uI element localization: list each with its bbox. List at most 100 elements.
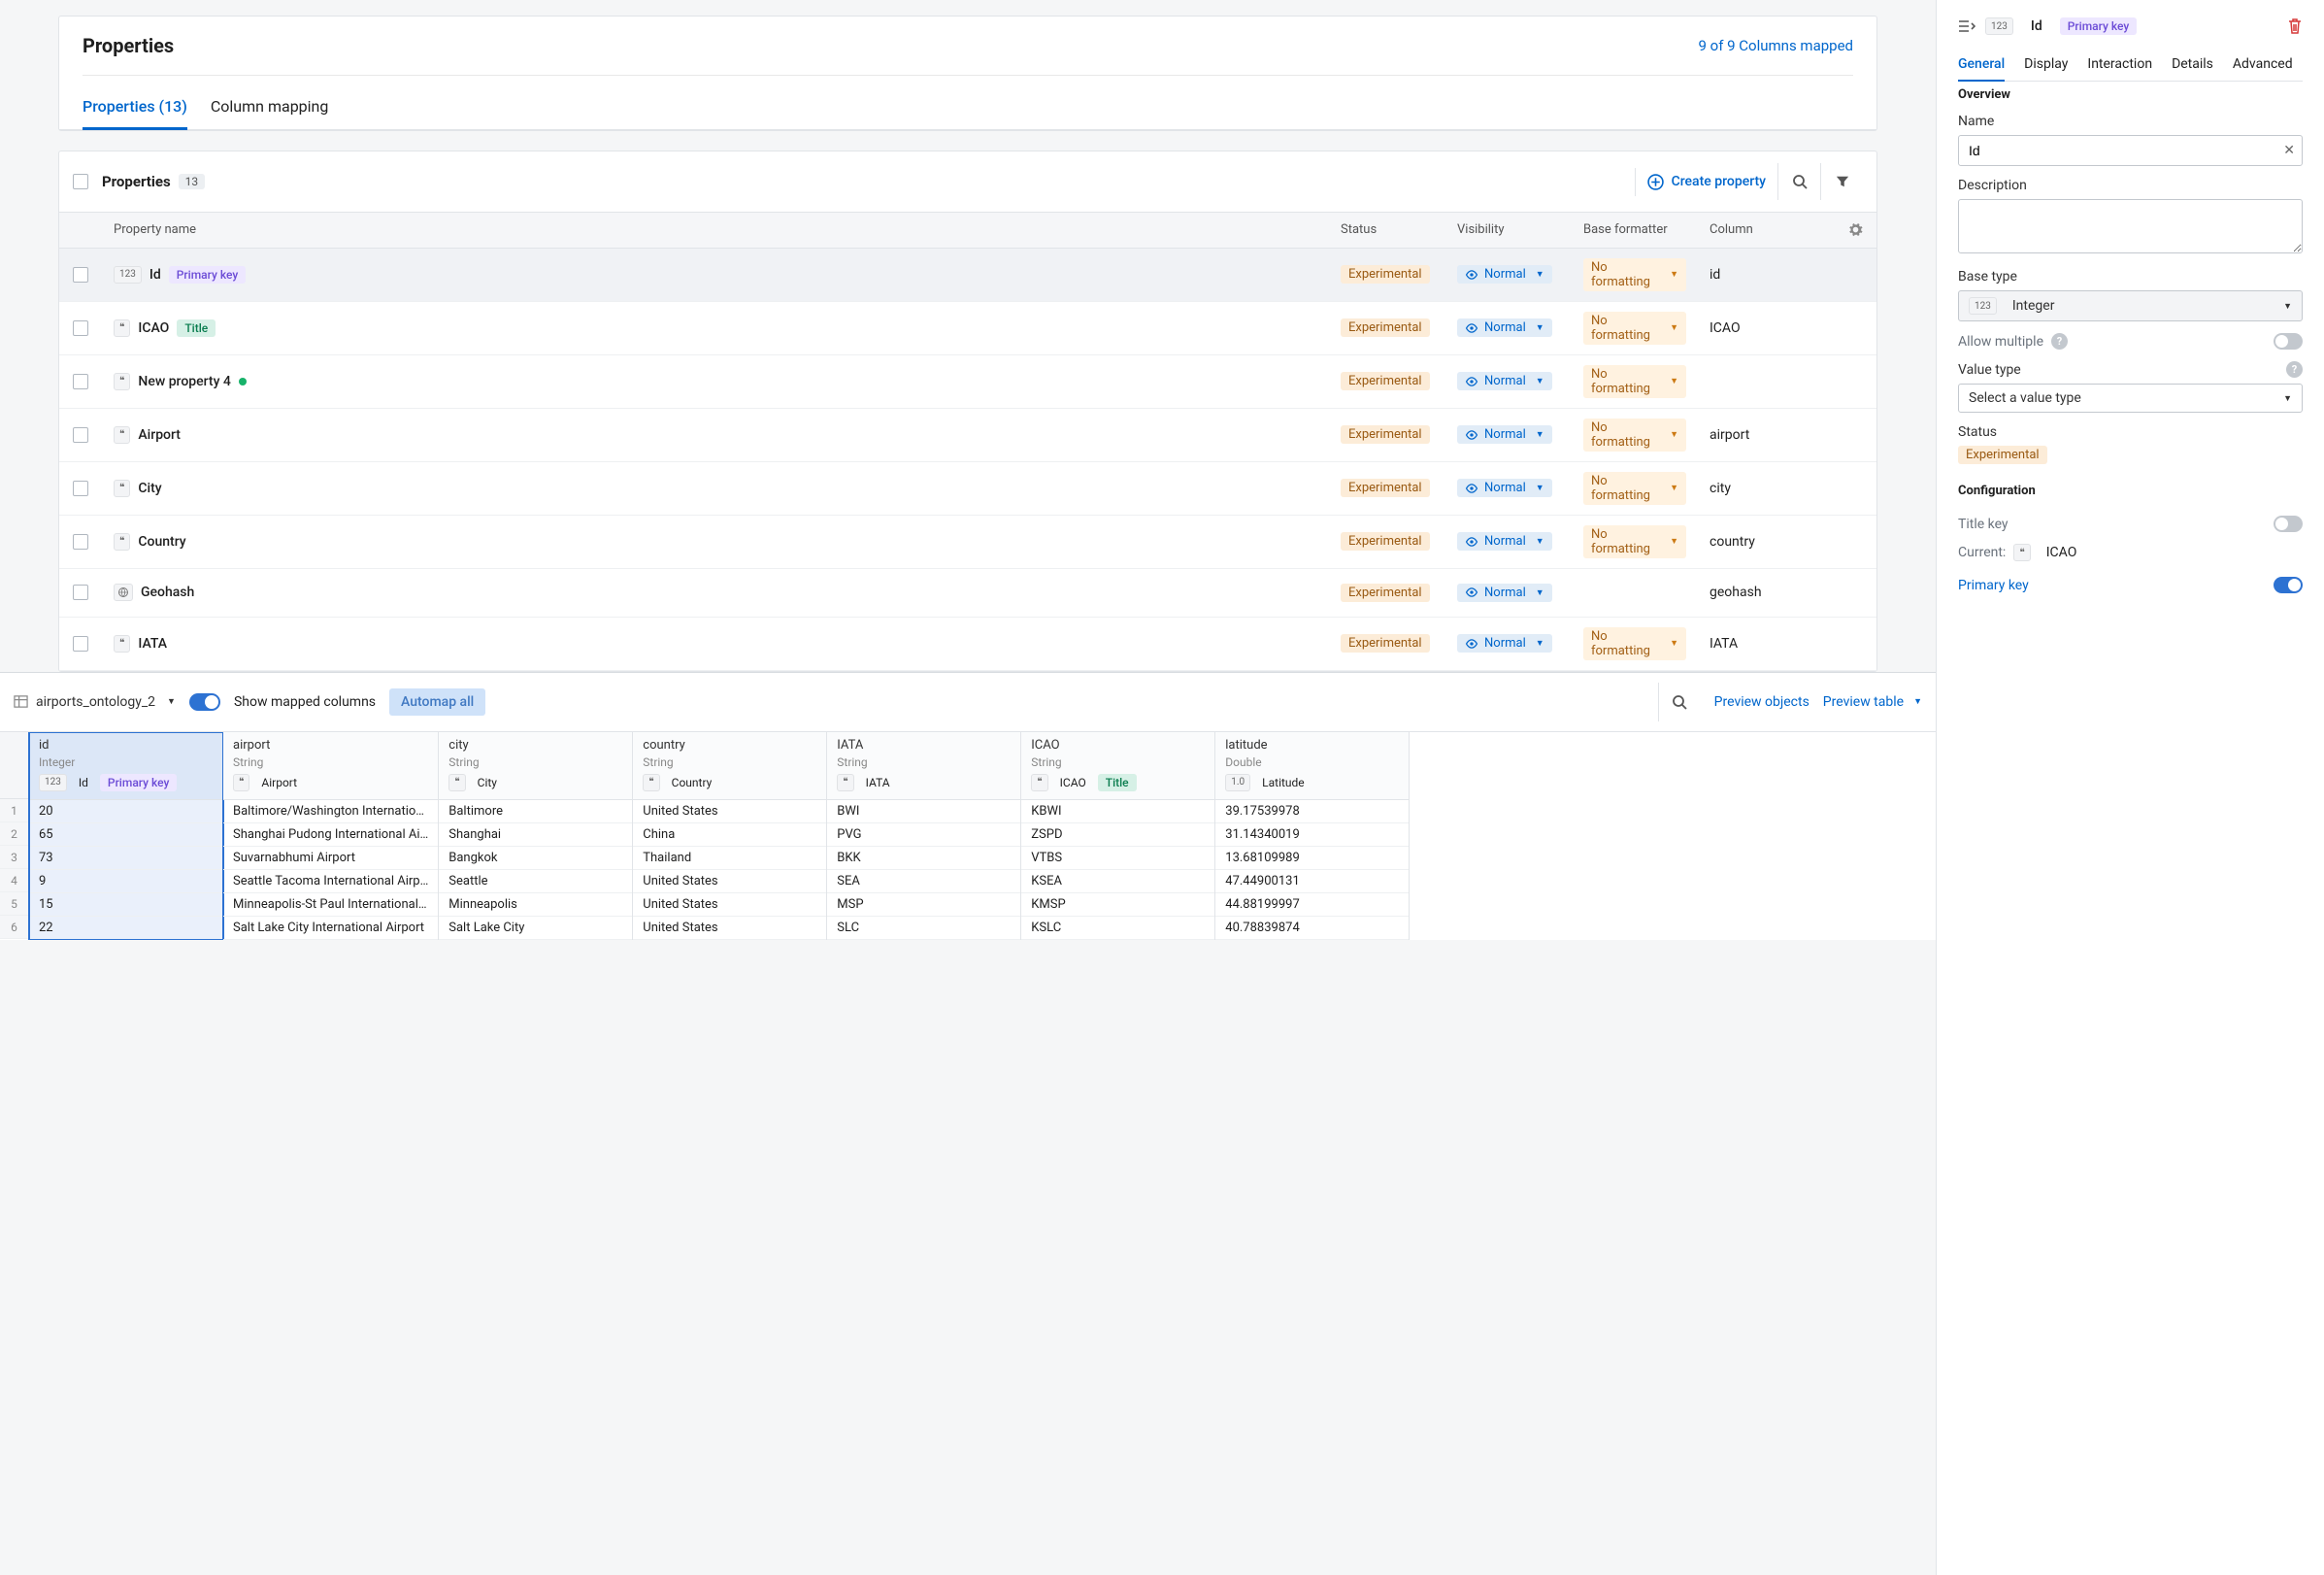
dataset-search-button[interactable] (1658, 683, 1701, 721)
tab-properties-[interactable]: Properties (13) (83, 89, 187, 130)
allow-multiple-toggle[interactable] (2274, 333, 2303, 350)
primary-key-toggle[interactable] (2274, 577, 2303, 593)
property-row[interactable]: ❝City Experimental Normal▼ No formatting… (59, 462, 1876, 516)
dataset-column[interactable]: id Integer 123IdPrimary key 20657391522 (29, 732, 223, 940)
data-cell[interactable]: Baltimore (439, 800, 632, 823)
show-mapped-toggle[interactable] (189, 693, 220, 711)
table-settings-button[interactable] (1834, 213, 1876, 248)
data-cell[interactable]: China (633, 823, 826, 847)
visibility-dropdown[interactable]: Normal▼ (1457, 425, 1552, 444)
property-row[interactable]: ❝ICAOTitle Experimental Normal▼ No forma… (59, 302, 1876, 355)
data-cell[interactable]: Seattle (439, 870, 632, 893)
data-cell[interactable]: MSP (827, 893, 1020, 917)
data-cell[interactable]: ZSPD (1021, 823, 1214, 847)
property-row[interactable]: ❝IATA Experimental Normal▼ No formatting… (59, 618, 1876, 671)
row-checkbox[interactable] (73, 636, 88, 652)
formatter-dropdown[interactable]: No formatting▼ (1583, 312, 1686, 345)
side-tab-general[interactable]: General (1958, 49, 2005, 82)
visibility-dropdown[interactable]: Normal▼ (1457, 532, 1552, 551)
data-cell[interactable]: United States (633, 893, 826, 917)
data-cell[interactable]: KSEA (1021, 870, 1214, 893)
data-cell[interactable]: 9 (29, 870, 222, 893)
preview-objects-link[interactable]: Preview objects (1714, 694, 1809, 710)
data-cell[interactable]: Thailand (633, 847, 826, 870)
data-cell[interactable]: 40.78839874 (1215, 917, 1409, 940)
data-cell[interactable]: Minneapolis-St Paul International… (223, 893, 438, 917)
formatter-dropdown[interactable]: No formatting▼ (1583, 419, 1686, 452)
data-cell[interactable]: United States (633, 870, 826, 893)
data-cell[interactable]: United States (633, 917, 826, 940)
data-cell[interactable]: 39.17539978 (1215, 800, 1409, 823)
data-cell[interactable]: 31.14340019 (1215, 823, 1409, 847)
base-type-select[interactable]: 123Integer▼ (1958, 290, 2303, 321)
data-cell[interactable]: Minneapolis (439, 893, 632, 917)
select-all-checkbox[interactable] (73, 174, 88, 189)
data-cell[interactable]: 22 (29, 917, 222, 940)
data-cell[interactable]: SLC (827, 917, 1020, 940)
data-cell[interactable]: BKK (827, 847, 1020, 870)
visibility-dropdown[interactable]: Normal▼ (1457, 318, 1552, 337)
create-property-button[interactable]: Create property (1635, 168, 1777, 196)
description-input[interactable] (1958, 199, 2303, 253)
data-cell[interactable]: PVG (827, 823, 1020, 847)
data-cell[interactable]: United States (633, 800, 826, 823)
row-checkbox[interactable] (73, 585, 88, 600)
automap-all-button[interactable]: Automap all (389, 688, 485, 716)
data-cell[interactable]: Shanghai (439, 823, 632, 847)
dataset-column[interactable]: latitude Double 1.0Latitude 39.175399783… (1215, 732, 1410, 940)
side-tab-display[interactable]: Display (2024, 49, 2068, 81)
value-type-select[interactable]: Select a value type▼ (1958, 384, 2303, 413)
data-cell[interactable]: Salt Lake City International Airport (223, 917, 438, 940)
clear-name-button[interactable]: ✕ (2283, 143, 2295, 158)
dataset-column[interactable]: IATA String ❝IATA BWIPVGBKKSEAMSPSLC (827, 732, 1021, 940)
formatter-dropdown[interactable]: No formatting▼ (1583, 365, 1686, 398)
dataset-column[interactable]: ICAO String ❝ICAOTitle KBWIZSPDVTBSKSEAK… (1021, 732, 1215, 940)
property-row[interactable]: ❝Airport Experimental Normal▼ No formatt… (59, 409, 1876, 462)
row-checkbox[interactable] (73, 534, 88, 550)
data-cell[interactable]: Suvarnabhumi Airport (223, 847, 438, 870)
row-checkbox[interactable] (73, 481, 88, 496)
data-cell[interactable]: 15 (29, 893, 222, 917)
search-button[interactable] (1777, 163, 1820, 200)
row-checkbox[interactable] (73, 427, 88, 443)
formatter-dropdown[interactable]: No formatting▼ (1583, 472, 1686, 505)
data-cell[interactable]: BWI (827, 800, 1020, 823)
help-icon[interactable]: ? (2286, 361, 2303, 378)
data-cell[interactable]: Baltimore/Washington Internatio… (223, 800, 438, 823)
data-cell[interactable]: Bangkok (439, 847, 632, 870)
side-tab-details[interactable]: Details (2172, 49, 2213, 81)
columns-mapped-link[interactable]: 9 of 9 Columns mapped (1699, 37, 1854, 54)
row-checkbox[interactable] (73, 267, 88, 283)
data-cell[interactable]: 47.44900131 (1215, 870, 1409, 893)
data-cell[interactable]: SEA (827, 870, 1020, 893)
formatter-dropdown[interactable]: No formatting▼ (1583, 627, 1686, 660)
data-cell[interactable]: KMSP (1021, 893, 1214, 917)
filter-button[interactable] (1820, 163, 1863, 200)
visibility-dropdown[interactable]: Normal▼ (1457, 634, 1552, 653)
property-row[interactable]: ❝New property 4 Experimental Normal▼ No … (59, 355, 1876, 409)
data-cell[interactable]: 65 (29, 823, 222, 847)
name-input[interactable] (1958, 135, 2303, 166)
visibility-dropdown[interactable]: Normal▼ (1457, 479, 1552, 497)
collapse-icon[interactable] (1958, 18, 1975, 34)
visibility-dropdown[interactable]: Normal▼ (1457, 372, 1552, 390)
visibility-dropdown[interactable]: Normal▼ (1457, 584, 1552, 602)
data-cell[interactable]: Shanghai Pudong International Ai… (223, 823, 438, 847)
data-cell[interactable]: 13.68109989 (1215, 847, 1409, 870)
side-tab-interaction[interactable]: Interaction (2087, 49, 2152, 81)
formatter-dropdown[interactable]: No formatting▼ (1583, 258, 1686, 291)
property-row[interactable]: 123IdPrimary key Experimental Normal▼ No… (59, 249, 1876, 302)
data-cell[interactable]: KSLC (1021, 917, 1214, 940)
dataset-column[interactable]: country String ❝Country United StatesChi… (633, 732, 827, 940)
side-tab-advanced[interactable]: Advanced (2233, 49, 2293, 81)
title-key-toggle[interactable] (2274, 516, 2303, 532)
data-cell[interactable]: 20 (29, 800, 222, 823)
property-row[interactable]: Geohash Experimental Normal▼ geohash (59, 569, 1876, 618)
row-checkbox[interactable] (73, 320, 88, 336)
row-checkbox[interactable] (73, 374, 88, 389)
dataset-column[interactable]: airport String ❝Airport Baltimore/Washin… (223, 732, 439, 940)
visibility-dropdown[interactable]: Normal▼ (1457, 265, 1552, 284)
data-cell[interactable]: Salt Lake City (439, 917, 632, 940)
dataset-column[interactable]: city String ❝City BaltimoreShanghaiBangk… (439, 732, 633, 940)
tab-column-mapping[interactable]: Column mapping (211, 89, 329, 129)
